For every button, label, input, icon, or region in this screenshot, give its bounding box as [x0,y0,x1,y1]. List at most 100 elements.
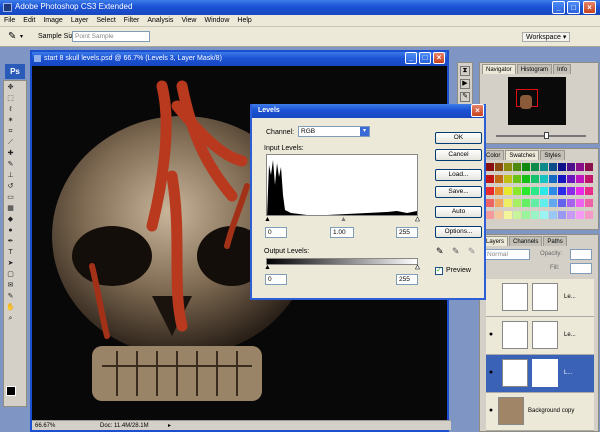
swatch-cell[interactable] [495,175,503,183]
healing-brush-icon[interactable]: ✚ [6,149,15,158]
gray-eyedropper-icon[interactable]: ✎ [452,246,460,257]
swatch-cell[interactable] [486,199,494,207]
workspace-button[interactable]: Workspace ▾ [522,32,571,42]
swatch-cell[interactable] [531,199,539,207]
ok-button[interactable]: OK [435,132,482,144]
layer-mask-thumbnail[interactable] [532,283,558,311]
eyedropper-tool-icon[interactable]: ✎ [8,31,16,42]
fill-field[interactable] [570,263,592,274]
maximize-button[interactable]: □ [567,1,580,14]
swatch-cell[interactable] [585,187,593,195]
input-black-field[interactable]: 0 [265,227,287,238]
swatch-cell[interactable] [522,175,530,183]
channel-dropdown-icon[interactable]: ▾ [360,127,369,136]
swatch-cell[interactable] [540,211,548,219]
swatch-cell[interactable] [558,163,566,171]
swatch-cell[interactable] [585,199,593,207]
visibility-eye-icon[interactable]: ● [487,369,495,377]
input-gamma-slider-icon[interactable]: ▲ [340,216,347,223]
options-button[interactable]: Options... [435,226,482,238]
swatch-cell[interactable] [576,175,584,183]
crop-tool-icon[interactable]: ⌗ [6,127,15,136]
load-button[interactable]: Load... [435,169,482,181]
input-gamma-field[interactable]: 1.00 [330,227,354,238]
zoom-slider-thumb[interactable] [544,132,549,139]
swatch-cell[interactable] [504,199,512,207]
menu-file[interactable]: File [0,15,19,27]
swatch-cell[interactable] [522,211,530,219]
layer-row[interactable]: ● Le... [486,317,594,355]
doc-maximize-button[interactable]: □ [419,52,431,64]
marquee-tool-icon[interactable]: ⬚ [6,94,15,103]
swatch-cell[interactable] [558,187,566,195]
swatch-cell[interactable] [531,175,539,183]
swatch-cell[interactable] [531,211,539,219]
swatch-cell[interactable] [504,175,512,183]
pen-tool-icon[interactable]: ✒ [6,237,15,246]
shape-tool-icon[interactable]: ▢ [6,270,15,279]
tool-preset-arrow-icon[interactable]: ▾ [20,33,23,40]
navigator-preview[interactable] [508,77,566,125]
swatch-cell[interactable] [495,163,503,171]
swatch-cell[interactable] [504,163,512,171]
menu-filter[interactable]: Filter [120,15,144,27]
swatch-cell[interactable] [567,175,575,183]
swatch-cell[interactable] [549,211,557,219]
save-button[interactable]: Save... [435,186,482,198]
magic-wand-icon[interactable]: ✶ [6,116,15,125]
close-button[interactable]: × [583,1,596,14]
cancel-button[interactable]: Cancel [435,149,482,161]
navigator-zoom-slider[interactable] [496,132,586,139]
tab-navigator[interactable]: Navigator [482,64,516,74]
menu-window[interactable]: Window [200,15,233,27]
preview-checkbox[interactable]: ✓ [435,267,443,275]
swatch-cell[interactable] [549,163,557,171]
swatch-cell[interactable] [567,163,575,171]
history-brush-icon[interactable]: ↺ [6,182,15,191]
input-white-slider-icon[interactable]: ▲ [414,216,421,224]
dodge-tool-icon[interactable]: ● [6,226,15,235]
swatch-cell[interactable] [531,163,539,171]
lasso-tool-icon[interactable]: ℓ [6,105,15,114]
swatch-grid[interactable] [486,163,594,223]
swatch-cell[interactable] [540,199,548,207]
minimize-button[interactable]: _ [552,1,565,14]
tab-channels[interactable]: Channels [509,236,543,246]
menu-edit[interactable]: Edit [19,15,39,27]
swatch-cell[interactable] [549,199,557,207]
eraser-tool-icon[interactable]: ▭ [6,193,15,202]
brushes-panel-icon[interactable]: ✎ [460,92,470,102]
swatch-cell[interactable] [504,187,512,195]
input-white-field[interactable]: 255 [396,227,418,238]
gradient-tool-icon[interactable]: ▦ [6,204,15,213]
swatch-cell[interactable] [567,199,575,207]
tab-swatches[interactable]: Swatches [505,150,540,160]
swatch-cell[interactable] [549,175,557,183]
tab-info[interactable]: Info [553,64,572,74]
eyedropper-icon[interactable]: ✎ [6,292,15,301]
swatch-cell[interactable] [558,199,566,207]
swatch-cell[interactable] [486,211,494,219]
path-selection-icon[interactable]: ➤ [6,259,15,268]
swatch-cell[interactable] [504,211,512,219]
swatch-cell[interactable] [576,199,584,207]
menu-select[interactable]: Select [92,15,119,27]
menu-image[interactable]: Image [39,15,66,27]
swatch-cell[interactable] [567,211,575,219]
swatch-cell[interactable] [576,187,584,195]
status-arrow-icon[interactable]: ▸ [168,421,171,431]
foreground-color-swatch[interactable] [6,386,16,396]
swatch-cell[interactable] [522,199,530,207]
clone-stamp-icon[interactable]: ⊥ [6,171,15,180]
doc-close-button[interactable]: × [433,52,445,64]
tab-paths[interactable]: Paths [543,236,567,246]
output-white-field[interactable]: 255 [396,274,418,285]
swatch-cell[interactable] [540,163,548,171]
zoom-level[interactable]: 66.67% [35,421,55,431]
layer-row[interactable]: ● Background copy [486,393,594,431]
swatch-cell[interactable] [585,211,593,219]
swatch-cell[interactable] [522,163,530,171]
visibility-eye-icon[interactable]: ● [487,407,495,415]
white-eyedropper-icon[interactable]: ✎ [468,246,476,257]
opacity-field[interactable] [570,249,592,260]
